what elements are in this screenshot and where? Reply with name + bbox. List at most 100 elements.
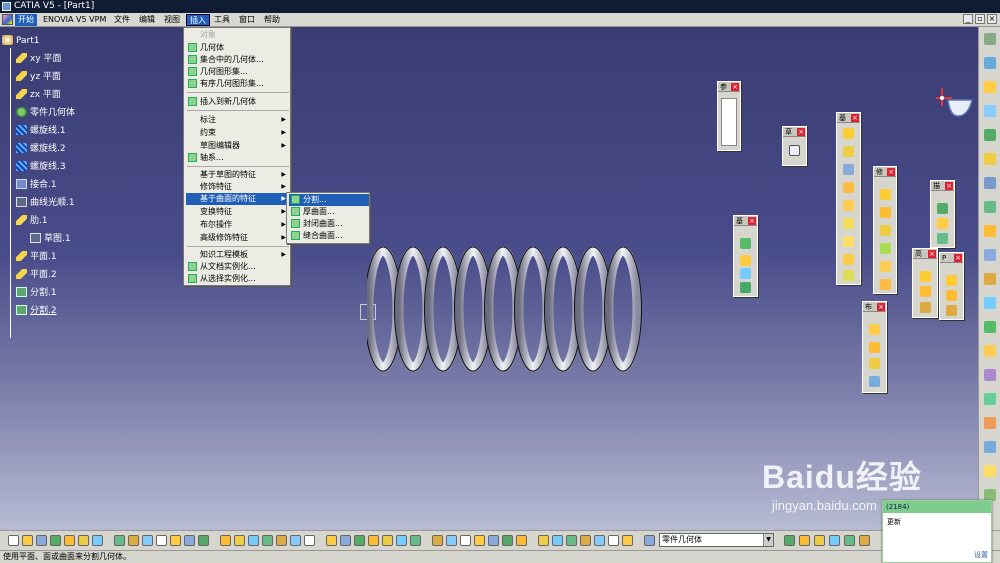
right-toolbar-button[interactable]	[984, 105, 996, 117]
menu-window[interactable]: 窗口	[236, 14, 258, 26]
bottom-toolbar-button[interactable]	[354, 535, 365, 546]
submenu-item-close-surface[interactable]: 封闭曲面...	[289, 218, 369, 230]
tree-node-join-1[interactable]: 接合.1	[16, 178, 57, 192]
close-icon[interactable]: ×	[851, 114, 859, 122]
submenu-item-sew-surface[interactable]: 缝合曲面...	[289, 230, 369, 242]
bottom-toolbar-button[interactable]	[8, 535, 19, 546]
intersect-icon[interactable]	[869, 324, 880, 335]
insert-item-knowledge-templates[interactable]: 知识工程模板 ▶	[186, 249, 289, 261]
bottom-toolbar-button[interactable]	[460, 535, 471, 546]
remove-lump-icon[interactable]	[869, 358, 880, 369]
floating-toolbar-boolean-p[interactable]: P ×	[939, 252, 964, 320]
bottom-toolbar-button[interactable]	[474, 535, 485, 546]
bottom-toolbar-button[interactable]	[78, 535, 89, 546]
hole-icon[interactable]	[843, 200, 854, 211]
right-toolbar-button[interactable]	[984, 153, 996, 165]
insert-item-geometrical-set[interactable]: 几何图形集...	[186, 66, 289, 78]
right-toolbar-button[interactable]	[984, 201, 996, 213]
bottom-toolbar-button[interactable]	[184, 535, 195, 546]
insert-item-surface-based-features[interactable]: 基于曲面的特征 ▶	[186, 193, 289, 205]
bottom-toolbar-button[interactable]	[276, 535, 287, 546]
insert-item-sketch-based-features[interactable]: 基于草图的特征 ▶	[186, 169, 289, 181]
bottom-toolbar-button[interactable]	[488, 535, 499, 546]
right-toolbar-button[interactable]	[984, 273, 996, 285]
right-toolbar-button[interactable]	[984, 441, 996, 453]
boolean-extra-icon[interactable]	[869, 376, 880, 387]
right-toolbar-button[interactable]	[984, 297, 996, 309]
bottom-toolbar-button[interactable]	[198, 535, 209, 546]
insert-item-instantiate-from-document[interactable]: 从文档实例化...	[186, 261, 289, 273]
compass-icon[interactable]	[932, 86, 976, 122]
bottom-toolbar-button[interactable]	[248, 535, 259, 546]
tree-node-plane-1[interactable]: 平面.1	[16, 250, 57, 264]
insert-item-advanced-dress-up[interactable]: 高级修饰特征 ▶	[186, 232, 289, 244]
draft-icon[interactable]	[880, 225, 891, 236]
bottom-toolbar-button[interactable]	[594, 535, 605, 546]
restore-button[interactable]: ▫	[975, 14, 985, 24]
right-toolbar-button[interactable]	[984, 249, 996, 261]
bottom-toolbar-button[interactable]	[64, 535, 75, 546]
insert-item-insert-in-new-body[interactable]: 插入到新几何体	[186, 96, 289, 108]
mirror-icon[interactable]	[937, 218, 948, 229]
thread-icon[interactable]	[880, 279, 891, 290]
floating-toolbar-surface-based[interactable]: 基 ×	[733, 215, 758, 297]
thick-surface-icon[interactable]	[740, 255, 751, 266]
bottom-toolbar-button[interactable]	[304, 535, 315, 546]
bottom-toolbar-button[interactable]	[396, 535, 407, 546]
bottom-toolbar-button[interactable]	[92, 535, 103, 546]
spring-model[interactable]	[367, 247, 652, 377]
right-toolbar-button[interactable]	[984, 369, 996, 381]
bottom-toolbar-button[interactable]	[502, 535, 513, 546]
close-icon[interactable]: ×	[731, 83, 739, 91]
minimize-button[interactable]: _	[963, 14, 973, 24]
variable-fillet-icon[interactable]	[920, 302, 931, 313]
right-toolbar-button[interactable]	[984, 417, 996, 429]
bottom-toolbar-button[interactable]	[368, 535, 379, 546]
tree-node-xy-plane[interactable]: xy 平面	[16, 52, 62, 66]
bottom-toolbar-button[interactable]	[784, 535, 795, 546]
insert-item-axis-system[interactable]: 轴系...	[186, 152, 289, 164]
floating-toolbar-sketcher[interactable]: 草 ×	[782, 126, 807, 166]
insert-item-annotations[interactable]: 标注 ▶	[186, 114, 289, 126]
catia-logo-icon[interactable]	[2, 14, 13, 25]
floating-toolbar-advanced[interactable]: 高 ×	[912, 248, 938, 318]
tree-node-split-1[interactable]: 分割.1	[16, 286, 57, 300]
tree-node-helix-1[interactable]: 螺旋线.1	[16, 124, 66, 138]
tree-node-curve-smooth-1[interactable]: 曲线光顺.1	[16, 196, 75, 210]
chamfer-icon[interactable]	[880, 207, 891, 218]
bottom-toolbar-button[interactable]	[580, 535, 591, 546]
insert-item-ordered-geometrical-set[interactable]: 有序几何图形集...	[186, 78, 289, 90]
bottom-toolbar-button[interactable]	[36, 535, 47, 546]
right-toolbar-button[interactable]	[984, 225, 996, 237]
union-trim-icon[interactable]	[869, 342, 880, 353]
menu-file[interactable]: 文件	[111, 14, 133, 26]
floating-toolbar-dress-up[interactable]: 修 ×	[873, 166, 897, 294]
shell-icon[interactable]	[880, 243, 891, 254]
right-toolbar-button[interactable]	[984, 345, 996, 357]
remove-face-icon[interactable]	[920, 271, 931, 282]
groove-icon[interactable]	[843, 182, 854, 193]
submenu-item-thick-surface[interactable]: 厚曲面...	[289, 206, 369, 218]
tree-node-helix-3[interactable]: 螺旋线.3	[16, 160, 66, 174]
menu-enovia[interactable]: ENOVIA V5 VPM	[40, 14, 109, 26]
insert-item-body-in-set[interactable]: 集合中的几何体...	[186, 54, 289, 66]
bottom-toolbar-button[interactable]	[128, 535, 139, 546]
menu-view[interactable]: 视图	[161, 14, 183, 26]
bottom-toolbar-button[interactable]	[114, 535, 125, 546]
bottom-toolbar-button[interactable]	[859, 535, 870, 546]
bottom-toolbar-button[interactable]	[844, 535, 855, 546]
insert-item-constraints[interactable]: 约束 ▶	[186, 127, 289, 139]
right-toolbar-button[interactable]	[984, 81, 996, 93]
assemble-icon[interactable]	[946, 275, 957, 286]
bottom-toolbar-button[interactable]	[382, 535, 393, 546]
insert-item-boolean-operations[interactable]: 布尔操作 ▶	[186, 219, 289, 231]
bottom-toolbar-button[interactable]	[290, 535, 301, 546]
add-icon[interactable]	[946, 290, 957, 301]
thickness-icon[interactable]	[880, 261, 891, 272]
tree-node-yz-plane[interactable]: yz 平面	[16, 70, 61, 84]
close-surface-icon[interactable]	[740, 268, 751, 279]
stiffener-icon[interactable]	[843, 254, 854, 265]
insert-item-dress-up-features[interactable]: 修饰特征 ▶	[186, 181, 289, 193]
tree-node-zx-plane[interactable]: zx 平面	[16, 88, 61, 102]
right-toolbar-button[interactable]	[984, 129, 996, 141]
